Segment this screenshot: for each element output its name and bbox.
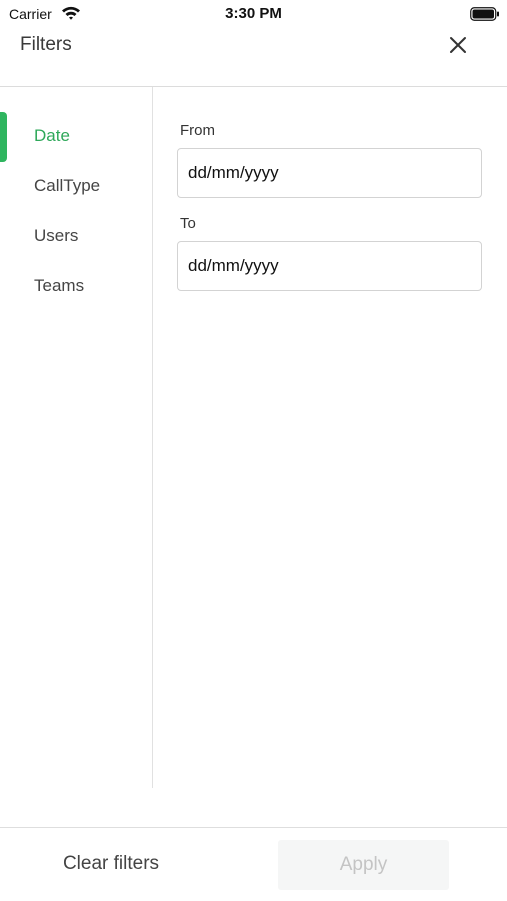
from-label: From — [180, 122, 215, 139]
battery-icon — [470, 7, 500, 21]
to-label: To — [180, 215, 196, 232]
sidebar-item-label: Users — [34, 226, 79, 245]
close-icon — [449, 36, 467, 54]
from-date-field[interactable] — [177, 148, 482, 198]
apply-button[interactable]: Apply — [278, 840, 449, 890]
clock: 3:30 PM — [225, 5, 282, 22]
filters-header: Filters — [0, 28, 507, 87]
sidebar-item-label: Date — [34, 126, 70, 145]
to-date-field[interactable] — [177, 241, 482, 291]
filter-category-sidebar: Date CallType Users Teams — [0, 87, 153, 788]
sidebar-item-label: Teams — [34, 276, 85, 295]
sidebar-item-date[interactable]: Date — [0, 112, 152, 162]
page-title: Filters — [20, 34, 72, 55]
close-button[interactable] — [444, 31, 472, 59]
active-indicator — [0, 112, 7, 162]
clear-filters-button[interactable]: Clear filters — [40, 840, 182, 888]
filters-footer: Clear filters Apply — [0, 827, 507, 901]
status-bar: Carrier 3:30 PM — [0, 0, 507, 28]
sidebar-item-label: CallType — [34, 176, 101, 195]
sidebar-item-calltype[interactable]: CallType — [0, 162, 152, 212]
sidebar-item-teams[interactable]: Teams — [0, 262, 152, 312]
sidebar-item-users[interactable]: Users — [0, 212, 152, 262]
